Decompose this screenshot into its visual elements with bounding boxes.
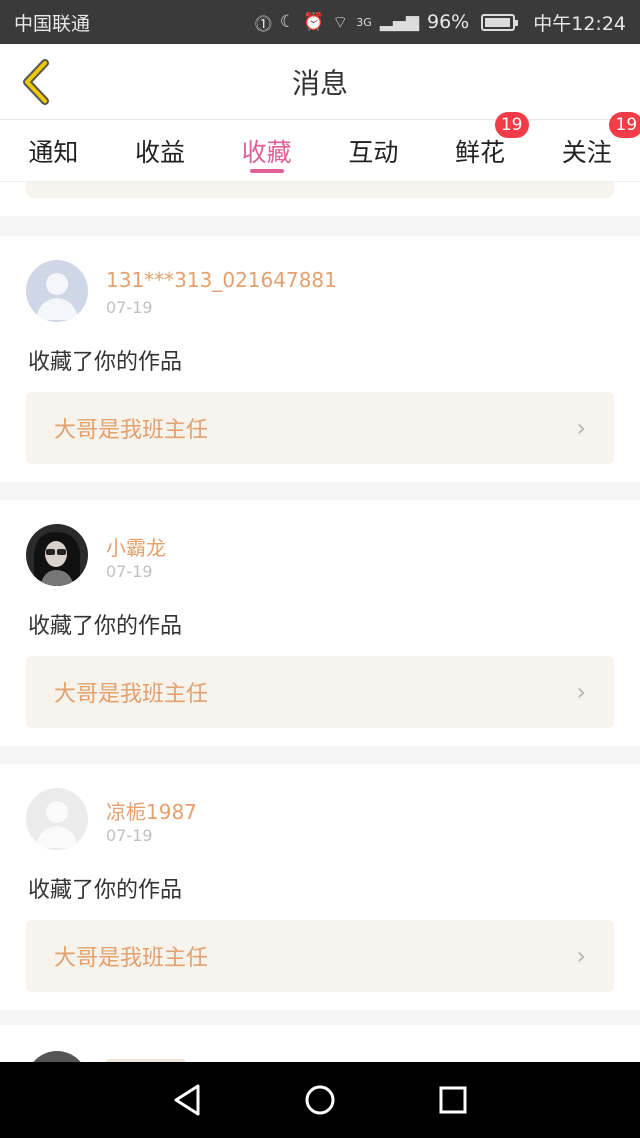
- system-home-button[interactable]: [290, 1070, 350, 1130]
- tab-interactions[interactable]: 互动: [320, 120, 427, 181]
- work-title: 大哥是我班主任: [54, 946, 209, 971]
- message-card-partial: [0, 1025, 640, 1065]
- tab-notifications[interactable]: 通知: [0, 120, 107, 181]
- work-title: 大哥是我班主任: [54, 682, 209, 707]
- system-recents-button[interactable]: [423, 1070, 483, 1130]
- clock: 中午12:24: [533, 12, 626, 35]
- default-avatar-icon: [26, 788, 88, 850]
- work-link[interactable]: 大哥是我班主任 ›: [26, 920, 614, 992]
- tab-label: 鲜花: [455, 137, 506, 167]
- work-link[interactable]: 大哥是我班主任 ›: [26, 392, 614, 464]
- hd-call-icon: ⓵: [254, 14, 272, 35]
- tab-bar: 通知 收益 收藏 互动 鲜花 19 关注 19: [0, 112, 640, 182]
- system-nav-bar: [0, 1062, 640, 1138]
- username[interactable]: 凉栀1987: [106, 796, 197, 825]
- action-text: 收藏了你的作品: [28, 878, 183, 903]
- action-text: 收藏了你的作品: [28, 350, 183, 375]
- square-recents-icon: [439, 1086, 467, 1114]
- battery-icon: [481, 13, 519, 31]
- tab-label: 互动: [348, 137, 399, 167]
- chevron-right-icon: ›: [576, 942, 586, 970]
- chevron-left-icon: [23, 59, 49, 105]
- message-date: 07-19: [106, 826, 153, 845]
- tab-earnings[interactable]: 收益: [107, 120, 214, 181]
- tab-favorites[interactable]: 收藏: [213, 120, 320, 181]
- message-card: 小霸龙 07-19 收藏了你的作品 大哥是我班主任 ›: [0, 500, 640, 746]
- message-card: 凉栀1987 07-19 收藏了你的作品 大哥是我班主任 ›: [0, 764, 640, 1010]
- moon-icon: ☾: [279, 12, 296, 32]
- status-icons: ⓵ ☾ ⏰ ⌔ 3G ▂▄▆ 96% 中午12:24: [255, 9, 626, 36]
- circle-home-icon: [305, 1085, 335, 1115]
- alarm-icon: ⏰: [303, 12, 325, 32]
- tab-follows[interactable]: 关注 19: [533, 112, 640, 181]
- wifi-icon: ⌔: [332, 12, 349, 33]
- carrier-name: 中国联通: [14, 12, 91, 35]
- previous-card-remnant: [0, 182, 640, 216]
- previous-work-box[interactable]: [26, 182, 614, 198]
- network-type: 3G: [356, 15, 372, 29]
- signal-icon: ▂▄▆: [379, 12, 419, 32]
- message-date: 07-19: [106, 298, 153, 317]
- status-bar: 中国联通 ⓵ ☾ ⏰ ⌔ 3G ▂▄▆ 96% 中午12:24: [0, 0, 640, 44]
- unread-badge: 19: [494, 112, 529, 138]
- tab-flowers[interactable]: 鲜花 19: [427, 112, 534, 181]
- back-button[interactable]: [16, 58, 56, 106]
- header: 消息: [0, 44, 640, 120]
- chevron-right-icon: ›: [576, 414, 586, 442]
- user-photo-icon: [26, 524, 88, 586]
- work-title: 大哥是我班主任: [54, 418, 209, 443]
- message-card: 131***313_021647881 07-19 收藏了你的作品 大哥是我班主…: [0, 236, 640, 482]
- tab-label: 收藏: [241, 137, 292, 167]
- work-link[interactable]: 大哥是我班主任 ›: [26, 656, 614, 728]
- system-back-button[interactable]: [157, 1070, 217, 1130]
- default-avatar-icon: [26, 260, 88, 322]
- battery-percent: 96%: [427, 11, 470, 33]
- avatar[interactable]: [26, 788, 88, 850]
- username[interactable]: 小霸龙: [106, 532, 166, 561]
- tab-label: 收益: [135, 137, 186, 167]
- username[interactable]: 131***313_021647881: [106, 268, 337, 292]
- triangle-back-icon: [174, 1084, 200, 1116]
- action-text: 收藏了你的作品: [28, 614, 183, 639]
- tab-label: 关注: [561, 137, 612, 167]
- chevron-right-icon: ›: [576, 678, 586, 706]
- avatar[interactable]: [26, 524, 88, 586]
- avatar[interactable]: [26, 260, 88, 322]
- unread-badge: 19: [609, 112, 640, 138]
- tab-label: 通知: [28, 137, 79, 167]
- page-title: 消息: [291, 66, 348, 100]
- message-date: 07-19: [106, 562, 153, 581]
